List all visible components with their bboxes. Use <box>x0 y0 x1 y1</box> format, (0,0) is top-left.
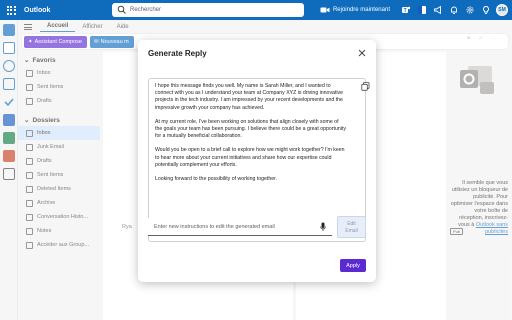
teams-icon[interactable]: T <box>400 4 412 16</box>
lightbulb-icon[interactable] <box>480 4 492 16</box>
reply-paragraph: I hope this message finds you well. My n… <box>155 83 343 111</box>
video-camera-icon <box>320 7 330 13</box>
microphone-icon[interactable] <box>320 222 326 232</box>
app-title: Outlook <box>24 6 51 14</box>
app-launcher-icon[interactable] <box>4 3 18 17</box>
reply-paragraph: Looking forward to the possibility of wo… <box>155 176 277 183</box>
close-icon[interactable] <box>357 48 367 58</box>
apply-button[interactable]: Apply <box>340 259 366 272</box>
title-bar: Outlook Rechercher Rejoindre maintenant … <box>0 0 512 20</box>
word-icon[interactable] <box>416 4 428 16</box>
svg-text:T: T <box>404 8 407 14</box>
settings-gear-icon[interactable] <box>464 4 476 16</box>
copy-icon[interactable] <box>361 82 370 91</box>
edit-email-button[interactable]: Edit Email <box>337 216 366 238</box>
reply-paragraph: Would you be open to a brief call to exp… <box>155 147 345 168</box>
search-box[interactable]: Rechercher <box>112 3 304 17</box>
meet-now-button[interactable]: Rejoindre maintenant <box>320 6 390 14</box>
reply-paragraph: At my current role, I've been working on… <box>155 118 346 140</box>
generate-reply-dialog: Generate Reply I hope this message finds… <box>138 40 376 282</box>
bell-icon[interactable] <box>448 4 460 16</box>
meet-now-label: Rejoindre maintenant <box>332 7 390 13</box>
dialog-title: Generate Reply <box>148 49 207 58</box>
megaphone-icon[interactable] <box>432 4 444 16</box>
search-input[interactable]: Rechercher <box>130 7 161 13</box>
instructions-placeholder: Enter new instructions to edit the gener… <box>154 223 275 230</box>
instructions-input[interactable]: Enter new instructions to edit the gener… <box>148 218 332 236</box>
search-icon <box>117 5 126 14</box>
avatar[interactable]: SM <box>496 4 508 16</box>
